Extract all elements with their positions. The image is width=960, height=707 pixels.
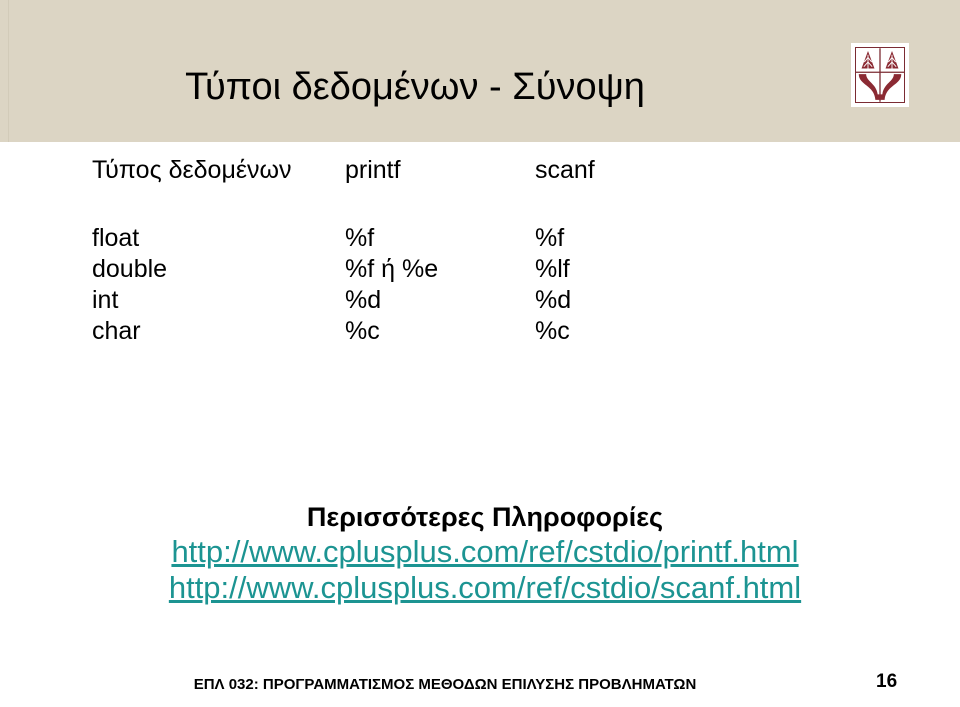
cell-printf: %f ή %e bbox=[345, 255, 439, 283]
title-banner: Τύποι δεδομένων - Σύνοψη bbox=[0, 0, 960, 142]
university-logo bbox=[851, 43, 909, 107]
cell-type: float bbox=[92, 224, 140, 252]
table-row: int %d %d bbox=[0, 285, 960, 316]
cell-printf: %c bbox=[345, 317, 380, 345]
table-header-row: Τύπος δεδομένων printf scanf bbox=[0, 155, 960, 186]
table-row: double %f ή %e %lf bbox=[0, 254, 960, 285]
cell-type: double bbox=[92, 255, 168, 283]
data-types-table: Τύπος δεδομένων printf scanf float %f %f… bbox=[0, 142, 960, 347]
more-info-heading: Περισσότερες Πληροφορίες bbox=[306, 502, 664, 532]
page-number: 16 bbox=[876, 671, 898, 692]
university-emblem-icon bbox=[856, 48, 904, 102]
cell-scanf: %d bbox=[535, 286, 572, 314]
column-header-scanf: scanf bbox=[535, 156, 595, 184]
table-row: char %c %c bbox=[0, 316, 960, 347]
cell-printf: %f bbox=[345, 224, 375, 252]
scanf-reference-link[interactable]: http://www.cplusplus.com/ref/cstdio/scan… bbox=[169, 570, 801, 606]
more-info-block: Περισσότερες Πληροφορίες http://www.cplu… bbox=[0, 500, 960, 606]
table-row: float %f %f bbox=[0, 223, 960, 254]
column-header-type: Τύπος δεδομένων bbox=[92, 156, 292, 184]
scanf-reference-link-row: http://www.cplusplus.com/ref/cstdio/scan… bbox=[0, 570, 960, 606]
cell-type: char bbox=[92, 317, 141, 345]
logo-frame bbox=[855, 47, 905, 103]
printf-reference-link-row: http://www.cplusplus.com/ref/cstdio/prin… bbox=[0, 534, 960, 570]
cell-type: int bbox=[92, 286, 119, 314]
cell-printf: %d bbox=[345, 286, 382, 314]
printf-reference-link[interactable]: http://www.cplusplus.com/ref/cstdio/prin… bbox=[171, 534, 798, 570]
cell-scanf: %f bbox=[535, 224, 565, 252]
cell-scanf: %c bbox=[535, 317, 570, 345]
slide-footer: ΕΠΛ 032: ΠΡΟΓΡΑΜΜΑΤΙΣΜΟΣ ΜΕΘΟΔΩΝ ΕΠΙΛΥΣΗ… bbox=[193, 676, 697, 693]
page-title: Τύποι δεδομένων - Σύνοψη bbox=[185, 66, 645, 108]
column-header-printf: printf bbox=[345, 156, 401, 184]
cell-scanf: %lf bbox=[535, 255, 570, 283]
